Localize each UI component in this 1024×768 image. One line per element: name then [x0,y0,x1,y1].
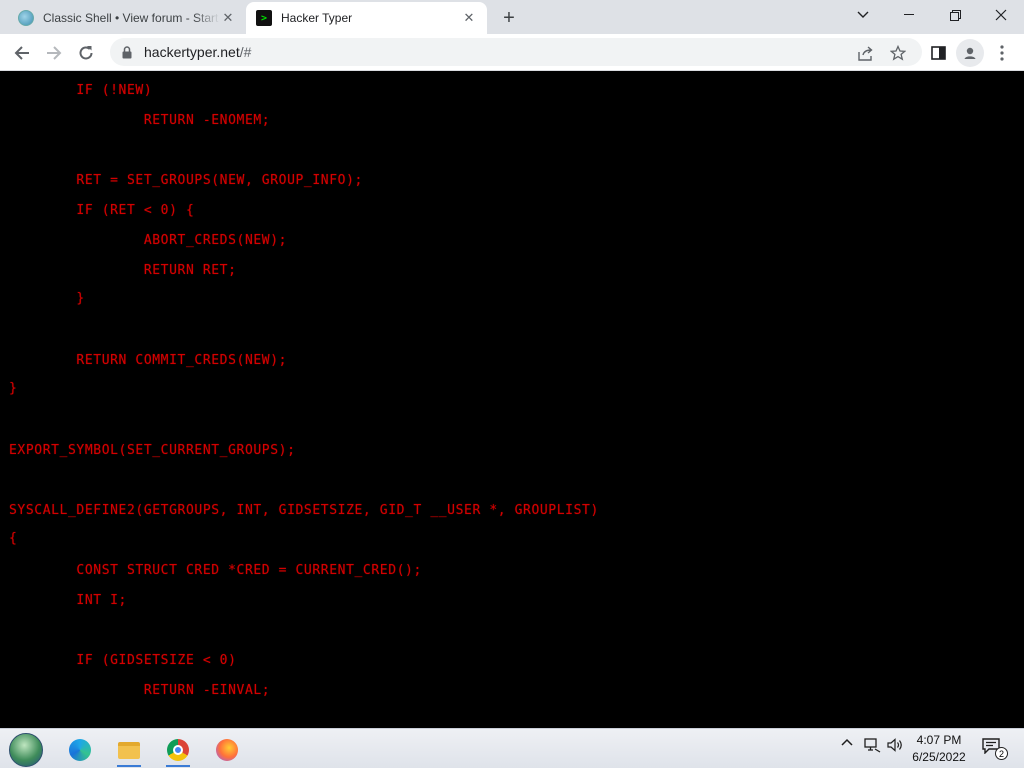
firefox-icon [216,739,238,761]
taskbar-edge[interactable] [60,732,100,768]
start-orb-icon [9,733,43,767]
start-button[interactable] [6,732,46,768]
code-line: RET = SET_GROUPS(NEW, GROUP_INFO); [9,173,363,188]
url-host: hackertyper.net [144,44,240,60]
tab-search-button[interactable] [840,0,886,30]
arrow-right-icon [47,46,62,60]
code-line: } [9,291,85,306]
code-line: RETURN COMMIT_CREDS(NEW); [9,353,288,368]
action-center-button[interactable]: 2 [982,738,1008,760]
volume-button[interactable] [886,738,904,752]
notification-count-badge: 2 [995,747,1008,760]
chevron-down-icon [857,11,869,18]
menu-button[interactable] [988,39,1016,67]
share-icon [858,45,873,61]
code-line: RETURN RET; [9,263,237,278]
bookmark-button[interactable] [884,39,912,67]
edge-icon [69,739,91,761]
profile-button[interactable] [956,39,984,67]
file-explorer-icon [118,741,140,759]
arrow-left-icon [14,46,29,60]
restore-button[interactable] [932,0,978,30]
back-button[interactable] [8,39,36,67]
address-bar[interactable]: hackertyper.net/# [110,38,922,66]
side-panel-button[interactable] [924,39,952,67]
network-icon [863,738,880,753]
lock-icon[interactable] [120,45,134,59]
clock-date: 6/25/2022 [912,750,966,764]
code-line: IF (RET < 0) { [9,203,195,218]
restore-icon [949,9,961,21]
network-button[interactable] [862,738,882,753]
close-icon[interactable]: ✕ [461,10,477,26]
show-hidden-icons-button[interactable] [838,738,856,746]
code-line: } [9,381,18,396]
url-text[interactable]: hackertyper.net/# [144,44,251,60]
reload-icon [79,46,93,60]
code-line: IF (!NEW) [9,83,153,98]
minimize-button[interactable] [886,0,932,30]
star-icon [890,45,906,61]
chevron-up-icon [841,738,853,746]
minimize-icon [904,14,914,15]
tab-classic-shell[interactable]: Classic Shell • View forum - Start ✕ [8,2,246,34]
avatar-icon [961,44,979,62]
close-icon [995,9,1007,21]
clock-time: 4:07 PM [916,733,962,747]
more-vertical-icon [1000,45,1004,61]
volume-icon [886,738,902,752]
close-window-button[interactable] [978,0,1024,30]
taskbar-file-explorer[interactable] [109,732,149,768]
code-line: RETURN -ENOMEM; [9,113,271,128]
globe-icon [18,10,34,26]
taskbar: 4:07 PM 6/25/2022 2 [0,728,1024,768]
chrome-icon [167,739,189,761]
tab-title: Hacker Typer [281,11,353,25]
code-line: INT I; [9,593,127,608]
code-line: RETURN -EINVAL; [9,683,271,698]
hacker-typer-terminal[interactable]: IF (!NEW) RETURN -ENOMEM; RET = SET_GROU… [0,71,1024,728]
code-line: { [9,531,18,546]
taskbar-firefox[interactable] [207,732,247,768]
system-clock[interactable]: 4:07 PM 6/25/2022 [906,732,972,766]
tab-hacker-typer[interactable]: > Hacker Typer ✕ [246,2,487,34]
code-line: SYSCALL_DEFINE2(GETGROUPS, INT, GIDSETSI… [9,503,599,518]
code-line: IF (GIDSETSIZE < 0) [9,653,237,668]
new-tab-button[interactable]: + [497,6,521,30]
side-panel-icon [930,46,946,60]
tab-strip: Classic Shell • View forum - Start ✕ > H… [0,0,1024,34]
taskbar-chrome[interactable] [158,732,198,768]
browser-toolbar: hackertyper.net/# [0,34,1024,71]
code-line: CONST STRUCT CRED *CRED = CURRENT_CRED()… [9,563,422,578]
code-line: ABORT_CREDS(NEW); [9,233,288,248]
terminal-icon: > [256,10,272,26]
tab-title: Classic Shell • View forum - Start [43,11,219,25]
reload-button[interactable] [72,39,100,67]
code-line: EXPORT_SYMBOL(SET_CURRENT_GROUPS); [9,443,296,458]
url-path: /# [239,44,252,60]
share-button[interactable] [852,39,880,67]
close-icon[interactable]: ✕ [220,10,236,26]
forward-button[interactable] [40,39,68,67]
